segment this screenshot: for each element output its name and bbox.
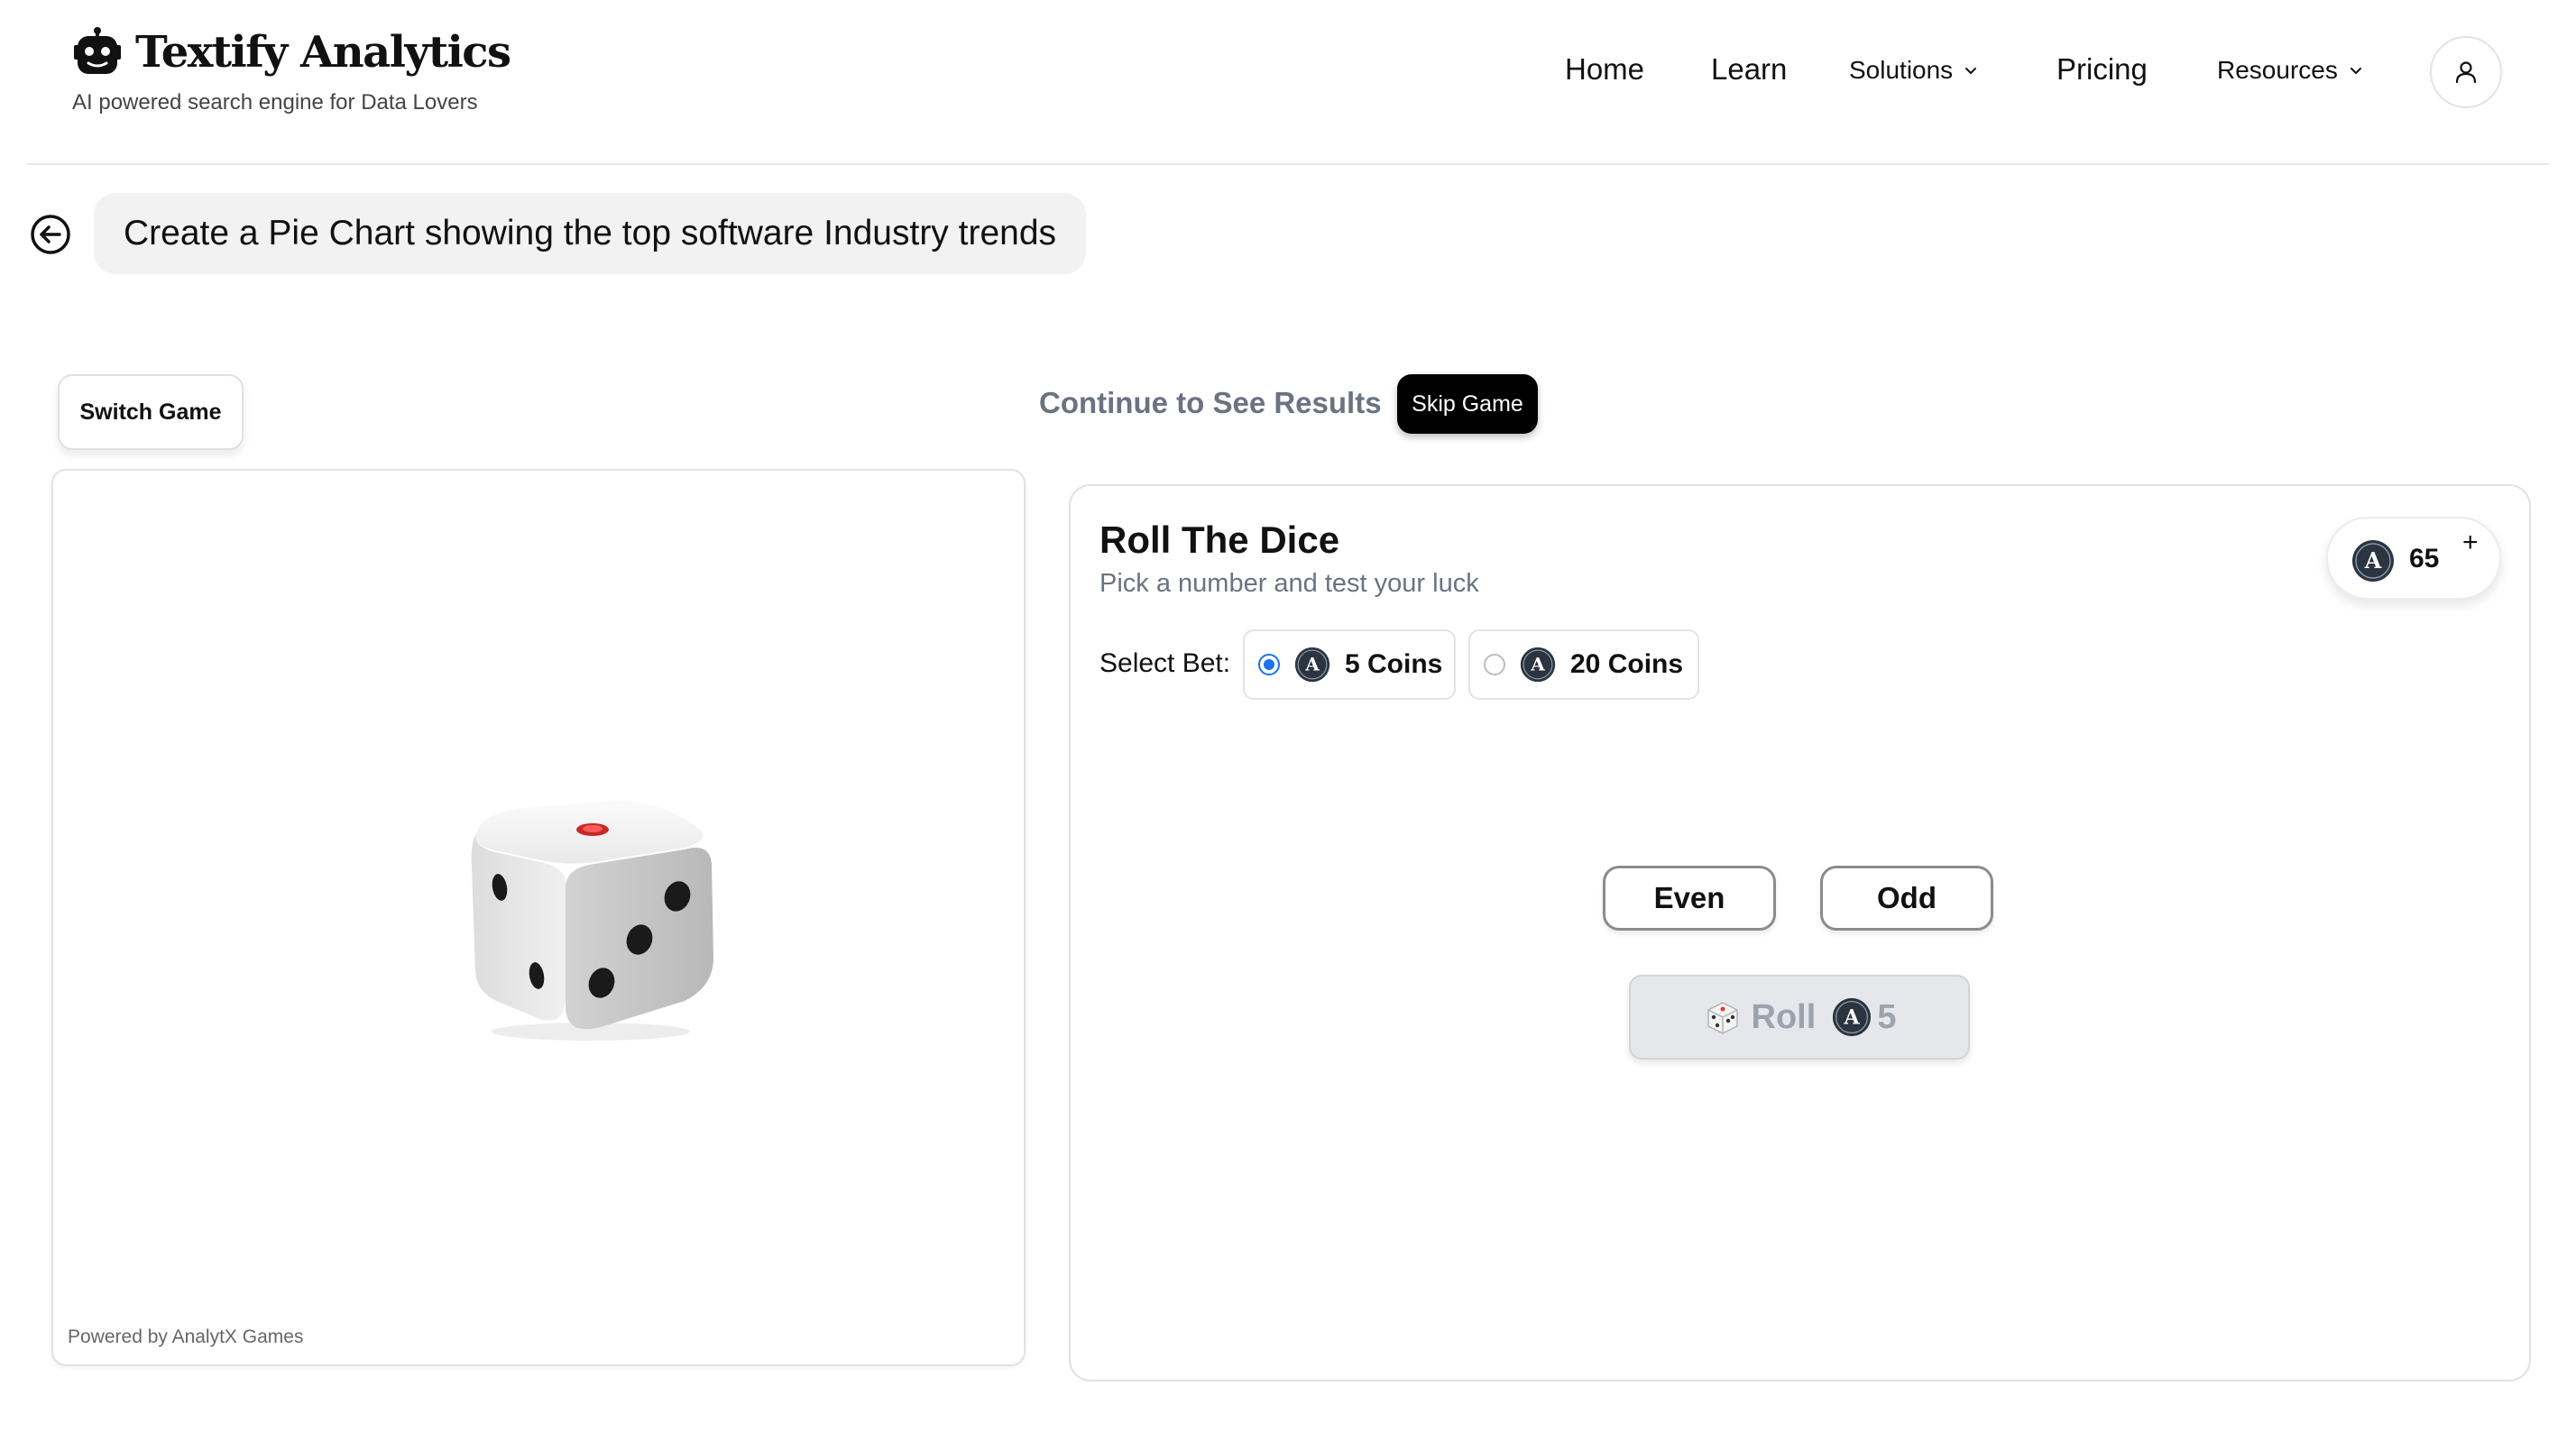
roll-button[interactable]: Roll A 5: [1629, 975, 1970, 1060]
switch-game-button[interactable]: Switch Game: [58, 374, 244, 450]
roll-cost: 5: [1877, 997, 1897, 1036]
tagline: AI powered search engine for Data Lovers: [72, 90, 478, 115]
powered-by-text: Powered by AnalytX Games: [68, 1326, 304, 1347]
brand-logo[interactable]: Textify Analytics: [72, 27, 511, 78]
svg-text:A: A: [1844, 1005, 1861, 1029]
nav-pricing[interactable]: Pricing: [2056, 52, 2148, 87]
robot-icon: [74, 27, 121, 74]
odd-button[interactable]: Odd: [1820, 866, 1993, 931]
nav-learn[interactable]: Learn: [1711, 52, 1787, 87]
bet-radio-20[interactable]: [1484, 654, 1505, 675]
coin-balance: 65: [2409, 544, 2440, 574]
nav-resources-label: Resources: [2217, 56, 2338, 84]
game-subtitle: Pick a number and test your luck: [1099, 569, 1479, 598]
user-icon: [2455, 61, 2477, 84]
svg-text:A: A: [2364, 547, 2382, 574]
roll-label: Roll: [1751, 997, 1817, 1036]
dice-icon: [1707, 1002, 1738, 1034]
coin-a-icon: A: [1294, 647, 1330, 683]
nav-solutions-label: Solutions: [1849, 56, 1954, 84]
query-text: Create a Pie Chart showing the top softw…: [94, 193, 1087, 274]
bet-option-20[interactable]: A 20 Coins: [1468, 629, 1699, 700]
chevron-down-icon: [1965, 68, 1977, 74]
dice-display-panel: Powered by AnalytX Games: [51, 469, 1026, 1366]
user-menu-button[interactable]: [2430, 36, 2502, 108]
nav-solutions[interactable]: Solutions: [1849, 56, 1980, 85]
nav-home[interactable]: Home: [1565, 52, 1644, 87]
svg-text:A: A: [1530, 654, 1545, 675]
bet-option-label: 5 Coins: [1345, 649, 1443, 679]
arrow-left-circle-icon[interactable]: [29, 213, 72, 256]
coin-a-icon: A: [2352, 540, 2394, 582]
bet-option-5[interactable]: A 5 Coins: [1243, 629, 1456, 700]
even-button[interactable]: Even: [1603, 866, 1776, 931]
add-coins-button[interactable]: +: [2462, 528, 2479, 558]
header-divider: [27, 163, 2549, 165]
continue-text: Continue to See Results: [1039, 386, 1382, 419]
bet-radio-5[interactable]: [1258, 654, 1280, 675]
game-title: Roll The Dice: [1099, 519, 1340, 561]
brand-name: Textify Analytics: [135, 27, 511, 78]
coin-balance-badge[interactable]: A 65 +: [2326, 517, 2501, 600]
header: Textify Analytics AI powered search engi…: [0, 0, 2576, 164]
dice-icon: [471, 800, 713, 1041]
svg-text:A: A: [1304, 654, 1320, 675]
coin-a-icon: A: [1833, 997, 1872, 1037]
bet-option-label: 20 Coins: [1570, 649, 1684, 679]
skip-game-button[interactable]: Skip Game: [1397, 374, 1538, 434]
chevron-down-icon: [2350, 68, 2361, 74]
nav-resources[interactable]: Resources: [2217, 56, 2365, 85]
bet-label: Select Bet:: [1099, 648, 1231, 678]
game-panel: Roll The Dice Pick a number and test you…: [1069, 484, 2531, 1381]
coin-a-icon: A: [1520, 647, 1556, 683]
